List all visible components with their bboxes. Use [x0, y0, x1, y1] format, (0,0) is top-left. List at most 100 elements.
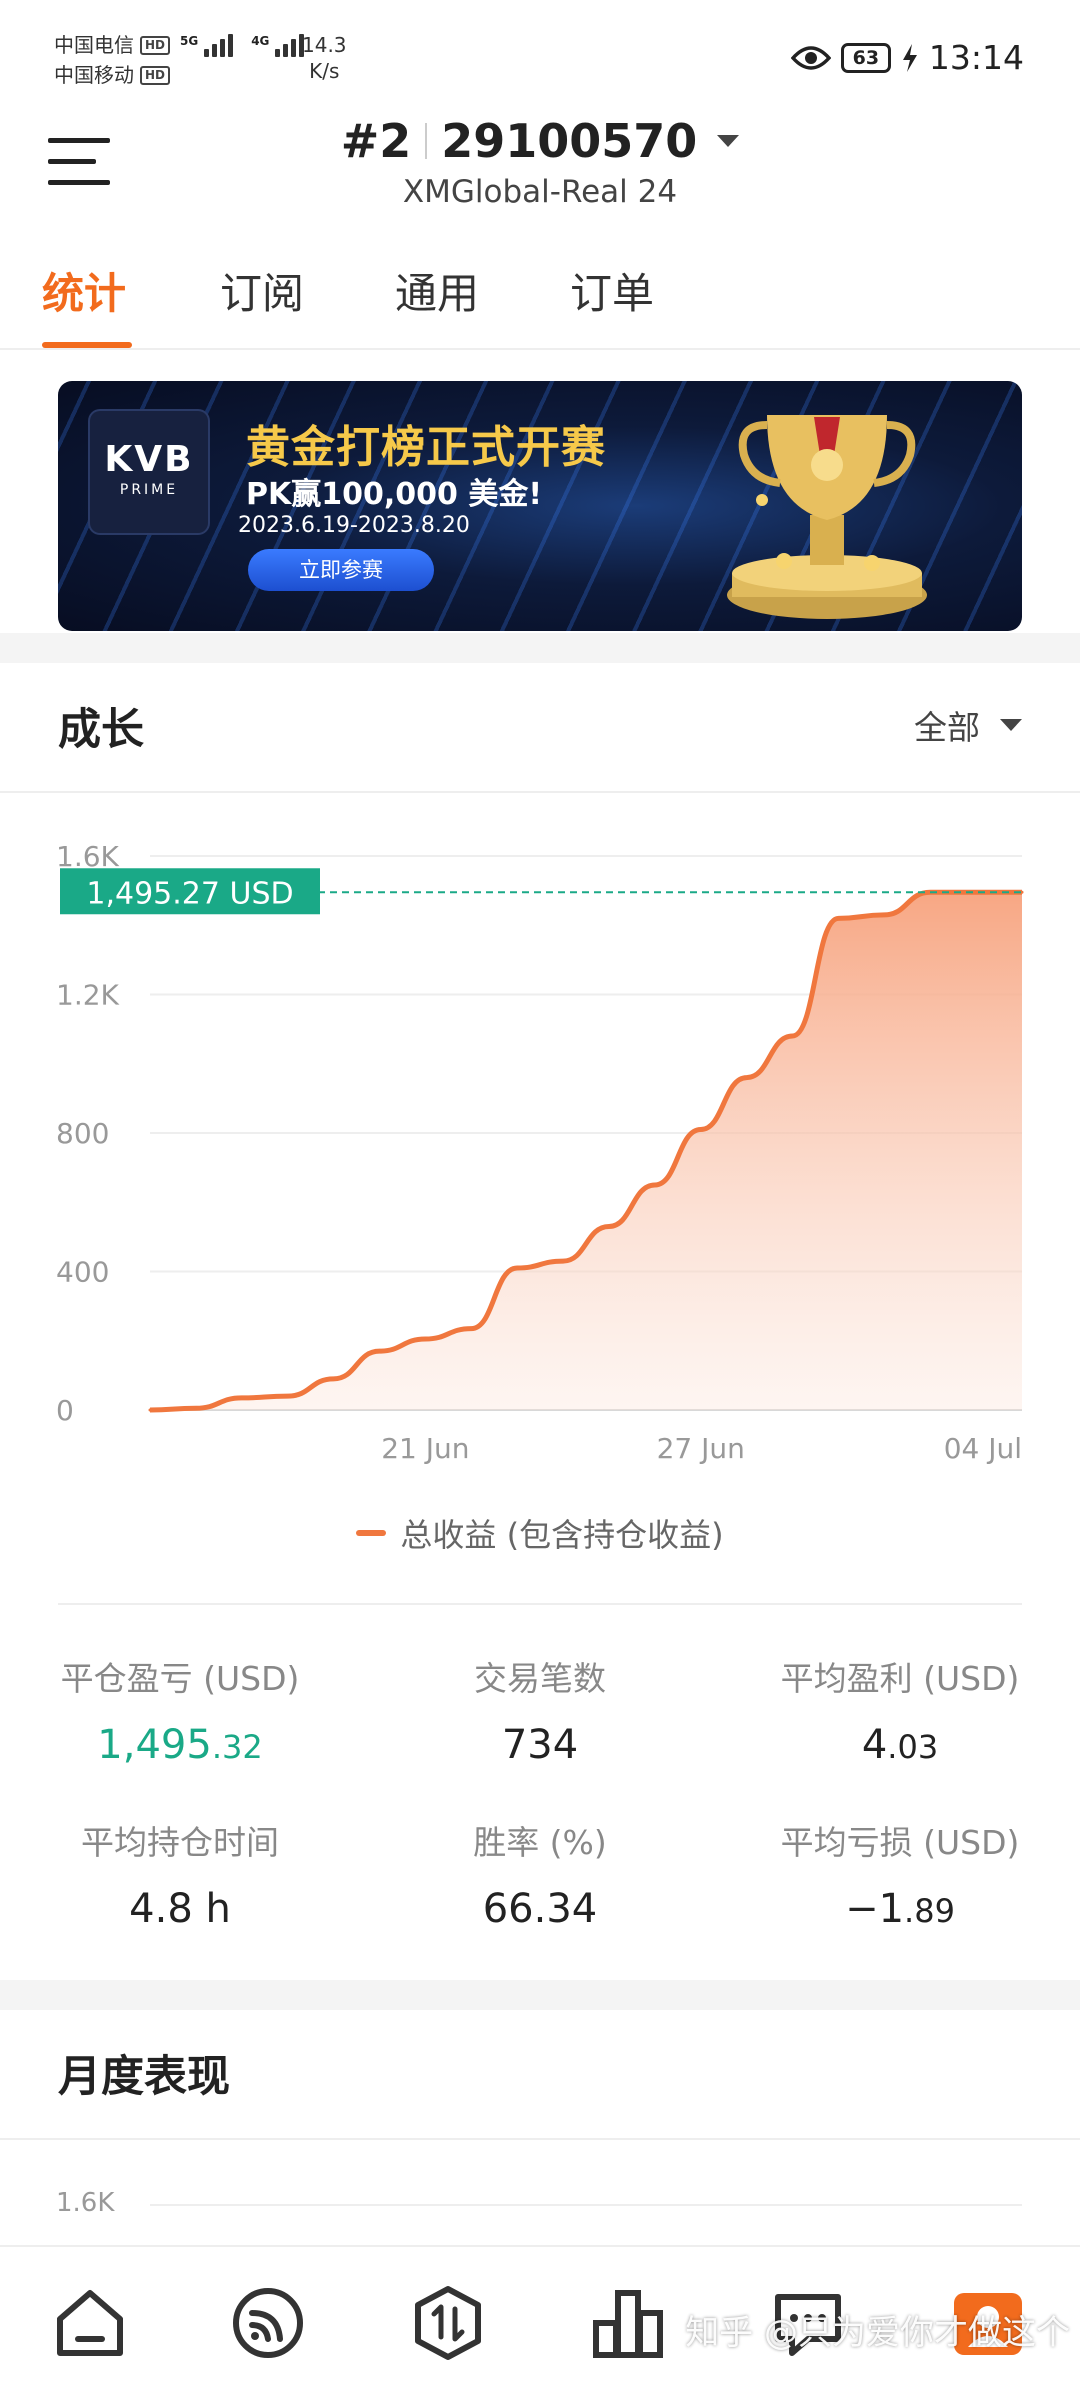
network-speed-value: 14.3	[302, 33, 347, 57]
banner-dates: 2023.6.19-2023.8.20	[238, 513, 470, 538]
account-rank: #2	[340, 114, 412, 168]
tab-subscribe[interactable]: 订阅	[220, 260, 304, 321]
stat-value: −1.89	[740, 1886, 1060, 1932]
y-tick-label: 0	[56, 1394, 74, 1427]
stat-value-dec: .32	[211, 1728, 263, 1766]
series-area	[150, 892, 1022, 1410]
banner-title: 黄金打榜正式开赛	[246, 422, 606, 473]
series-point	[240, 1396, 244, 1400]
charging-icon	[902, 43, 917, 72]
stat-label: 平仓盈亏 (USD)	[60, 1659, 300, 1698]
network-gen-label: 4G	[251, 34, 270, 48]
growth-section-header: 成长 全部	[0, 663, 1080, 793]
stat-value-int: −1	[845, 1886, 905, 1932]
growth-chart-svg: 0 400 800 1.2K 1.6K 21 Jun 27 Jun 04 Jul 1,495.2…	[56, 840, 1024, 1465]
y-tick-label: 1.2K	[56, 979, 120, 1012]
series-point	[653, 1183, 657, 1187]
carrier-info: 中国电信 HD 中国移动 HD	[54, 30, 171, 90]
chevron-down-icon	[1000, 719, 1022, 731]
banner-prize: PK赢100,000 美金!	[246, 477, 543, 512]
monthly-section-header: 月度表现	[0, 2010, 1080, 2140]
join-now-button[interactable]: 立即参赛	[248, 549, 434, 591]
separator	[425, 123, 428, 159]
carrier-1: 中国电信	[54, 33, 134, 57]
hd-badge: HD	[140, 35, 171, 55]
series-point	[469, 1327, 473, 1331]
nav-trade[interactable]	[408, 2283, 488, 2363]
growth-chart: 0 400 800 1.2K 1.6K 21 Jun 27 Jun 04 Jul 1,495.2…	[0, 830, 1080, 1480]
network-speed-unit: K/s	[309, 59, 340, 83]
period-selector-value: 全部	[914, 708, 980, 747]
legend-label: 总收益 (包含持仓收益)	[400, 1516, 724, 1554]
series-point	[974, 890, 978, 894]
stat-value-dec: .03	[887, 1728, 939, 1766]
series-point	[561, 1259, 565, 1263]
kvb-logo-sub: PRIME	[119, 482, 179, 498]
tab-general[interactable]: 通用	[395, 260, 479, 321]
account-server: XMGlobal-Real 24	[402, 174, 678, 210]
series-point	[607, 1224, 611, 1228]
nav-signals[interactable]	[228, 2283, 308, 2363]
y-tick-label: 1.6K	[56, 840, 120, 873]
x-tick-label: 27 Jun	[657, 1432, 745, 1465]
y-tick-label: 400	[56, 1256, 109, 1289]
series-point	[377, 1349, 381, 1353]
period-selector[interactable]: 全部	[914, 701, 1022, 749]
y-tick-label: 800	[56, 1117, 109, 1150]
nav-ranking[interactable]	[588, 2283, 668, 2363]
stat-value: 1,495.32	[20, 1722, 340, 1768]
active-tab-indicator	[42, 342, 132, 348]
chart-icon	[593, 2290, 663, 2358]
current-value-label: 1,495.27 USD	[86, 876, 293, 911]
menu-icon[interactable]	[48, 132, 110, 192]
stat-label: 平均持仓时间	[81, 1823, 279, 1862]
home-icon	[57, 2290, 123, 2356]
kvb-logo: KVB PRIME	[90, 411, 208, 533]
stat-label: 胜率 (%)	[473, 1823, 607, 1862]
account-switcher[interactable]: #2 29100570	[341, 114, 740, 168]
stat-value: 4.8 h	[129, 1886, 231, 1932]
network-gen-label: 5G	[180, 34, 199, 48]
carrier-2: 中国移动	[54, 63, 134, 87]
stats-grid: 平仓盈亏 (USD) 1,495.32 交易笔数 734 平均盈利 (USD) …	[0, 1640, 1080, 1970]
bottom-nav: 知乎 @只为爱你才做这个	[0, 2245, 1080, 2388]
clock: 13:14	[928, 38, 1024, 77]
hd-badge: HD	[140, 65, 171, 85]
series-point	[515, 1266, 519, 1270]
stat-win-rate: 胜率 (%) 66.34	[380, 1816, 700, 1932]
monthly-chart-gridline	[150, 2204, 1022, 2206]
stat-value: 734	[501, 1722, 579, 1768]
chevron-down-icon	[717, 135, 740, 147]
account-block: #2 29100570 XMGlobal-Real 24	[0, 110, 1080, 210]
stat-value-int: 4	[861, 1722, 888, 1768]
series-point	[745, 1076, 749, 1080]
signal-indicators: 5G 4G	[180, 34, 305, 57]
x-tick-label: 21 Jun	[381, 1432, 469, 1465]
series-point	[836, 916, 840, 920]
stat-value: 4.03	[740, 1722, 1060, 1768]
promo-banner[interactable]: KVB PRIME 黄金打榜正式开赛 PK赢100,000 美金! 2023.6…	[58, 381, 1022, 631]
status-bar: 中国电信 HD 中国移动 HD 5G 4G 14.3 K/s 63 13:14	[0, 0, 1080, 120]
monthly-chart-tick: 1.6K	[56, 2188, 115, 2218]
trade-icon	[415, 2286, 481, 2360]
nav-home[interactable]	[50, 2283, 130, 2363]
legend-swatch	[356, 1530, 387, 1536]
series-point	[148, 1408, 152, 1412]
series-point	[791, 1034, 795, 1038]
kvb-logo-main: KVB	[104, 439, 194, 480]
tab-statistics[interactable]: 统计	[42, 260, 126, 321]
eye-icon	[790, 45, 831, 70]
stat-avg-hold-time: 平均持仓时间 4.8 h	[20, 1816, 340, 1932]
growth-title: 成长	[58, 705, 144, 755]
section-divider	[0, 1980, 1080, 2010]
series-point	[332, 1377, 336, 1381]
monthly-title: 月度表现	[58, 2052, 230, 2102]
stat-avg-loss: 平均亏损 (USD) −1.89	[740, 1816, 1060, 1932]
account-number: 29100570	[441, 114, 698, 168]
stat-label: 交易笔数	[474, 1659, 606, 1698]
tab-orders[interactable]: 订单	[570, 260, 654, 321]
stat-trade-count: 交易笔数 734	[380, 1652, 700, 1768]
stat-value: 66.34	[482, 1886, 598, 1932]
battery-level: 63	[852, 46, 880, 69]
network-speed: 14.3 K/s	[302, 32, 347, 84]
